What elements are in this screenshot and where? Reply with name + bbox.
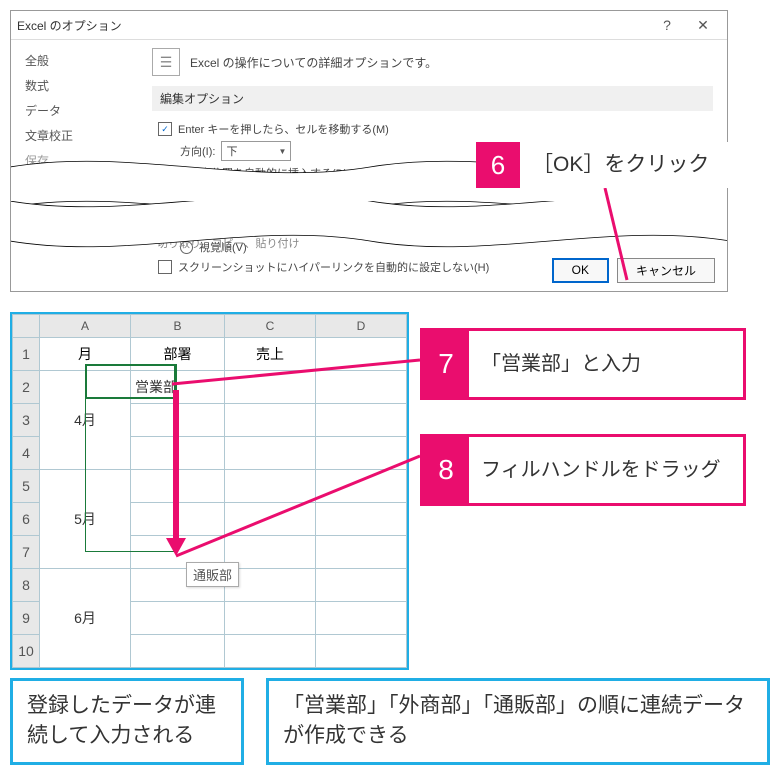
label-hyperlink: スクリーンショットにハイパーリンクを自動的に設定しない(H) xyxy=(178,259,489,275)
cell-a8[interactable]: 6月 xyxy=(40,569,131,668)
options-description: Excel の操作についての詳細オプションです。 xyxy=(190,54,437,71)
row-header-10[interactable]: 10 xyxy=(13,635,40,668)
ok-button[interactable]: OK xyxy=(552,258,609,283)
cell[interactable] xyxy=(131,602,225,635)
header-sales[interactable]: 売上 xyxy=(225,338,316,371)
row-header-3[interactable]: 3 xyxy=(13,404,40,437)
cell[interactable] xyxy=(225,437,316,470)
dialog-title: Excel のオプション xyxy=(17,17,122,34)
sidebar-item-formula[interactable]: 数式 xyxy=(17,73,132,98)
sidebar-item-data[interactable]: データ xyxy=(17,98,132,123)
callout-number: 8 xyxy=(423,437,469,503)
checkbox-enter-move[interactable]: ✓ xyxy=(158,122,172,136)
col-header-b[interactable]: B xyxy=(131,315,225,338)
row-header-1[interactable]: 1 xyxy=(13,338,40,371)
callout-text: 「営業部」と入力 xyxy=(469,331,743,397)
cell[interactable] xyxy=(316,371,407,404)
row-header-7[interactable]: 7 xyxy=(13,536,40,569)
callout-text: ［OK］をクリック xyxy=(520,142,752,188)
row-header-4[interactable]: 4 xyxy=(13,437,40,470)
cell-a2[interactable]: 4月 xyxy=(40,371,131,470)
col-header-c[interactable]: C xyxy=(225,315,316,338)
cell[interactable] xyxy=(225,602,316,635)
cell-b2[interactable]: 営業部 xyxy=(131,371,225,404)
cell[interactable] xyxy=(131,404,225,437)
cell[interactable] xyxy=(225,470,316,503)
callout-text: フィルハンドルをドラッグ xyxy=(469,437,743,503)
close-button[interactable]: ✕ xyxy=(685,17,721,34)
callout-step-8: 8 フィルハンドルをドラッグ xyxy=(420,434,746,506)
cell[interactable] xyxy=(131,470,225,503)
header-dept[interactable]: 部署 xyxy=(131,338,225,371)
row-header-2[interactable]: 2 xyxy=(13,371,40,404)
cell[interactable] xyxy=(131,503,225,536)
cell[interactable] xyxy=(316,569,407,602)
cell[interactable] xyxy=(131,437,225,470)
section-edit-options: 編集オプション xyxy=(152,86,713,111)
cell[interactable] xyxy=(225,404,316,437)
cell[interactable] xyxy=(316,635,407,668)
cell[interactable] xyxy=(316,437,407,470)
cell[interactable] xyxy=(131,635,225,668)
spreadsheet-grid[interactable]: A B C D 1 月 部署 売上 2 4月 営業部 3 4 xyxy=(10,312,409,670)
info-box-left: 登録したデータが連続して入力される xyxy=(10,678,244,765)
callout-number: 6 xyxy=(476,142,520,188)
sidebar-item-general[interactable]: 全般 xyxy=(17,48,132,73)
cell[interactable] xyxy=(316,602,407,635)
col-header-a[interactable]: A xyxy=(40,315,131,338)
cell[interactable] xyxy=(225,371,316,404)
cell-a5[interactable]: 5月 xyxy=(40,470,131,569)
col-header-d[interactable]: D xyxy=(316,315,407,338)
row-header-6[interactable]: 6 xyxy=(13,503,40,536)
cell[interactable] xyxy=(316,536,407,569)
header-month[interactable]: 月 xyxy=(40,338,131,371)
callout-step-6: 6 ［OK］をクリック xyxy=(476,142,752,188)
cell[interactable] xyxy=(225,503,316,536)
label-enter-move: Enter キーを押したら、セルを移動する(M) xyxy=(178,121,389,137)
help-button[interactable]: ? xyxy=(649,17,685,33)
callout-number: 7 xyxy=(423,331,469,397)
row-header-9[interactable]: 9 xyxy=(13,602,40,635)
row-header-5[interactable]: 5 xyxy=(13,470,40,503)
cancel-button[interactable]: キャンセル xyxy=(617,258,715,283)
checkbox-hyperlink[interactable] xyxy=(158,260,172,274)
options-icon: ☰ xyxy=(152,48,180,76)
cell[interactable] xyxy=(316,470,407,503)
select-all-cell[interactable] xyxy=(13,315,40,338)
cell[interactable] xyxy=(316,338,407,371)
cell[interactable] xyxy=(225,635,316,668)
row-header-8[interactable]: 8 xyxy=(13,569,40,602)
cell[interactable] xyxy=(316,503,407,536)
sidebar-item-proofing[interactable]: 文章校正 xyxy=(17,123,132,148)
autofill-tooltip: 通販部 xyxy=(186,562,239,587)
callout-step-7: 7 「営業部」と入力 xyxy=(420,328,746,400)
info-box-right: 「営業部」「外商部」「通販部」の順に連続データが作成できる xyxy=(266,678,770,765)
dialog-titlebar: Excel のオプション ? ✕ xyxy=(11,11,727,40)
cell[interactable] xyxy=(316,404,407,437)
